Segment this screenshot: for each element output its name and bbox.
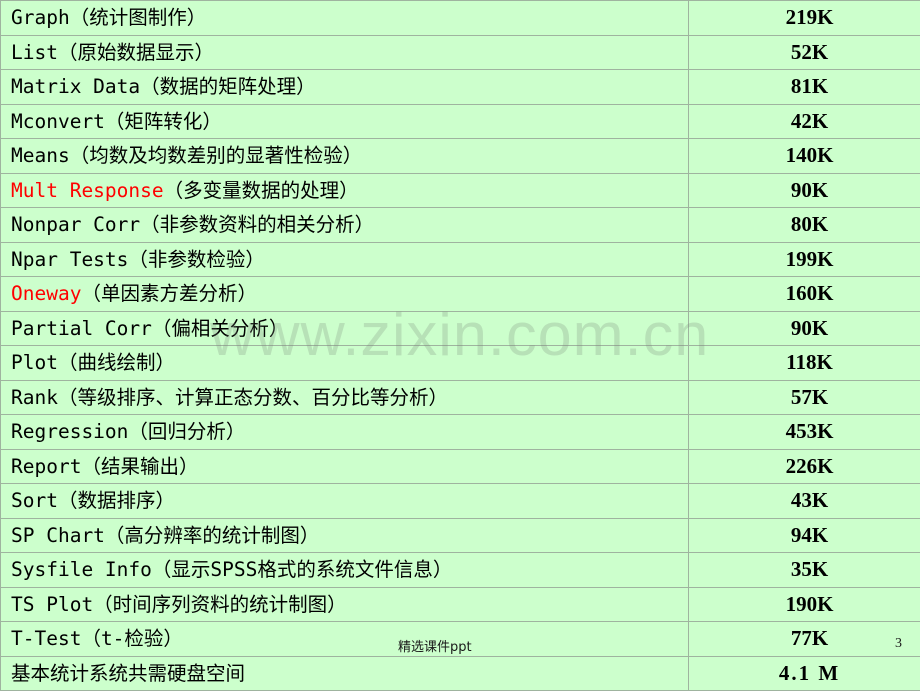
table-row: Sort（数据排序）43K [1,484,920,519]
module-name-cell: SP Chart（高分辨率的统计制图） [1,518,689,553]
table-row: Oneway（单因素方差分析）160K [1,277,920,312]
module-size-cell: 90K [689,173,920,208]
spss-module-size-table: Graph（统计图制作）219KList（原始数据显示）52KMatrix Da… [0,0,920,691]
module-size-cell: 140K [689,139,920,174]
module-size-cell: 81K [689,70,920,105]
table-row: Plot（曲线绘制）118K [1,346,920,381]
table-row: Nonpar Corr（非参数资料的相关分析）80K [1,208,920,243]
table-row: Mult Response（多变量数据的处理）90K [1,173,920,208]
module-size-cell: 43K [689,484,920,519]
module-size-cell: 219K [689,1,920,36]
module-size-cell: 453K [689,415,920,450]
footer-note: 精选课件ppt [398,636,472,655]
module-name-cell: Mconvert（矩阵转化） [1,104,689,139]
module-name-cell: Matrix Data（数据的矩阵处理） [1,70,689,105]
table-row: Npar Tests（非参数检验）199K [1,242,920,277]
module-size-cell: 77K [689,622,920,657]
module-name-cell: Graph（统计图制作） [1,1,689,36]
module-size-cell: 52K [689,35,920,70]
table-row: List（原始数据显示）52K [1,35,920,70]
module-name-cell: Report（结果输出） [1,449,689,484]
module-size-cell: 190K [689,587,920,622]
module-name-cell: Sysfile Info（显示SPSS格式的系统文件信息） [1,553,689,588]
table-row: Report（结果输出）226K [1,449,920,484]
module-name-cell: Plot（曲线绘制） [1,346,689,381]
module-name-cell: Rank（等级排序、计算正态分数、百分比等分析） [1,380,689,415]
module-name-cell: Mult Response（多变量数据的处理） [1,173,689,208]
table-row: Graph（统计图制作）219K [1,1,920,36]
table-row: Sysfile Info（显示SPSS格式的系统文件信息）35K [1,553,920,588]
table-row: 基本统计系统共需硬盘空间4.1 M [1,656,920,691]
module-name-cell: Regression（回归分析） [1,415,689,450]
table-row: SP Chart（高分辨率的统计制图）94K [1,518,920,553]
module-size-cell: 226K [689,449,920,484]
module-name-cell: Oneway（单因素方差分析） [1,277,689,312]
module-size-cell: 160K [689,277,920,312]
module-name-cell: Sort（数据排序） [1,484,689,519]
table-row: Rank（等级排序、计算正态分数、百分比等分析）57K [1,380,920,415]
module-size-cell: 4.1 M [689,656,920,691]
module-name-cell: Nonpar Corr（非参数资料的相关分析） [1,208,689,243]
module-size-cell: 57K [689,380,920,415]
module-name-cell: List（原始数据显示） [1,35,689,70]
table-row: Regression（回归分析）453K [1,415,920,450]
module-size-cell: 90K [689,311,920,346]
table-row: Partial Corr（偏相关分析）90K [1,311,920,346]
module-size-cell: 80K [689,208,920,243]
module-name-en: Oneway [11,282,81,305]
module-name-cn: （单因素方差分析） [81,282,257,305]
table-row: Means（均数及均数差别的显著性检验）140K [1,139,920,174]
slide-number: 3 [895,636,902,652]
module-name-cell: Means（均数及均数差别的显著性检验） [1,139,689,174]
table-body: Graph（统计图制作）219KList（原始数据显示）52KMatrix Da… [1,1,920,691]
module-size-cell: 42K [689,104,920,139]
module-name-cell: Partial Corr（偏相关分析） [1,311,689,346]
table-row: TS Plot（时间序列资料的统计制图）190K [1,587,920,622]
module-name-cell: 基本统计系统共需硬盘空间 [1,656,689,691]
module-name-cn: （多变量数据的处理） [164,179,359,202]
module-name-cell: TS Plot（时间序列资料的统计制图） [1,587,689,622]
module-size-cell: 118K [689,346,920,381]
table-row: Mconvert（矩阵转化）42K [1,104,920,139]
module-name-en: Mult Response [11,179,164,202]
module-size-cell: 199K [689,242,920,277]
table-row: Matrix Data（数据的矩阵处理）81K [1,70,920,105]
module-name-cell: T-Test（t-检验） [1,622,689,657]
module-size-cell: 35K [689,553,920,588]
module-size-cell: 94K [689,518,920,553]
module-name-cell: Npar Tests（非参数检验） [1,242,689,277]
